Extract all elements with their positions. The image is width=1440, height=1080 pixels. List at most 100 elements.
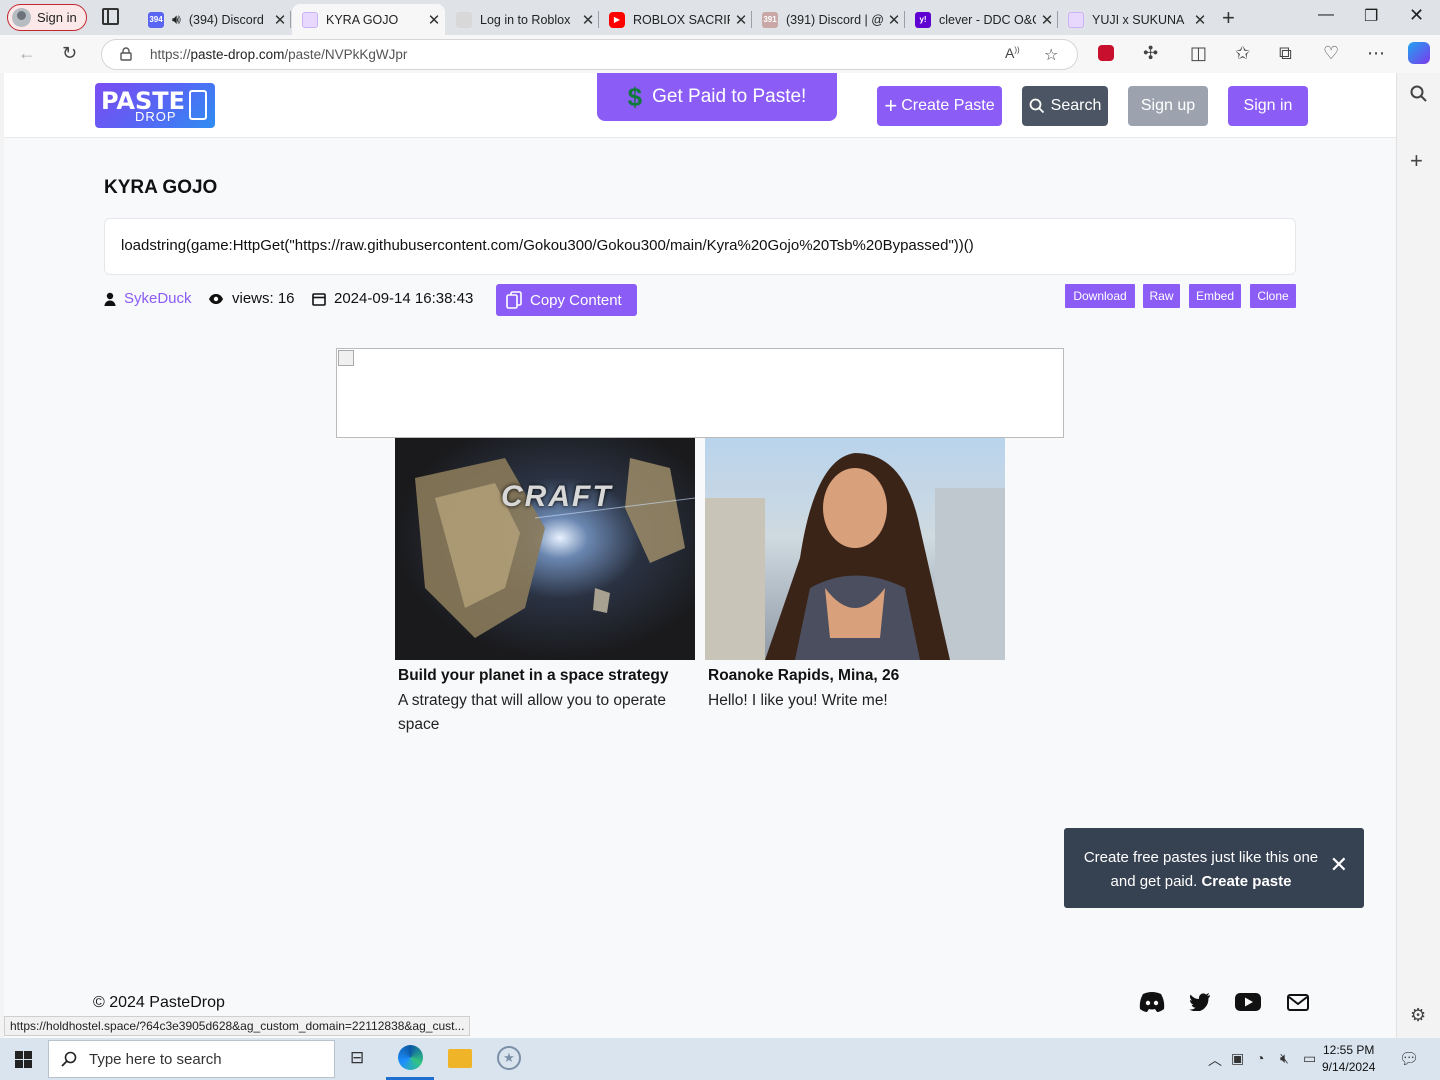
- settings-more-icon[interactable]: ⋯: [1367, 43, 1385, 64]
- get-paid-banner-button[interactable]: $ Get Paid to Paste!: [597, 73, 837, 121]
- notifications-icon[interactable]: 💬︎: [1399, 1049, 1419, 1069]
- discord-icon[interactable]: [1139, 991, 1165, 1013]
- clone-button[interactable]: Clone: [1250, 284, 1296, 308]
- tray-chevron-icon[interactable]: ︿: [1208, 1050, 1222, 1070]
- favorites-icon[interactable]: ✩: [1235, 43, 1250, 64]
- space-game-ad-image[interactable]: CRAFT: [395, 438, 695, 660]
- ad-headline[interactable]: Roanoke Rapids, Mina, 26: [705, 660, 1005, 685]
- calendar-icon: [312, 292, 326, 306]
- ad-headline[interactable]: Build your planet in a space strategy: [395, 660, 695, 685]
- clock-time: 12:55 PM: [1323, 1043, 1375, 1057]
- read-aloud-icon[interactable]: A)): [1005, 45, 1020, 61]
- paste-date: 2024-09-14 16:38:43: [334, 290, 474, 307]
- banner-ad-frame[interactable]: [336, 348, 1064, 438]
- browser-toolbar: ← ↻ https://paste-drop.com/paste/NVPkKgW…: [0, 35, 1440, 73]
- edge-taskbar-icon[interactable]: [398, 1045, 423, 1070]
- profile-sign-in-label: Sign in: [37, 10, 77, 25]
- close-tab-icon[interactable]: ✕: [269, 11, 291, 29]
- taskbar-clock[interactable]: 12:55 PM 9/14/2024: [1322, 1042, 1375, 1076]
- create-paste-button[interactable]: + Create Paste: [877, 86, 1002, 126]
- eye-icon: [209, 293, 223, 304]
- youtube-icon[interactable]: [1235, 993, 1261, 1011]
- close-tab-icon[interactable]: ✕: [1036, 11, 1058, 29]
- mail-icon[interactable]: [1287, 994, 1309, 1011]
- create-paste-label: Create Paste: [901, 97, 995, 114]
- discord-icon: 391: [762, 11, 778, 28]
- tab-roblox-sacrifice[interactable]: ▶ ROBLOX SACRIFIC ✕: [599, 4, 752, 35]
- split-screen-icon[interactable]: ◫: [1190, 43, 1207, 64]
- windows-start-icon[interactable]: [15, 1051, 32, 1068]
- address-bar[interactable]: https://paste-drop.com/paste/NVPkKgWJpr …: [101, 39, 1078, 70]
- toast-create-paste-link[interactable]: Create paste: [1201, 873, 1291, 890]
- download-button[interactable]: Download: [1065, 284, 1135, 308]
- search-icon: [61, 1051, 77, 1067]
- minimize-icon[interactable]: —: [1318, 6, 1334, 24]
- native-ad-space-strategy[interactable]: CRAFT Build your planet in a space strat…: [395, 438, 695, 737]
- pastedrop-logo[interactable]: PASTE DROP: [95, 83, 215, 128]
- wifi-icon[interactable]: ◔: [1256, 1050, 1264, 1066]
- tab-discord-394[interactable]: 394 🔊︎ (394) Discord ✕: [138, 4, 291, 35]
- speaker-icon: 🔊︎: [172, 11, 181, 27]
- page-viewport: PASTE DROP $ Get Paid to Paste! + Create…: [4, 73, 1396, 1038]
- roblox-studio-icon[interactable]: ★: [497, 1046, 521, 1070]
- plus-icon: +: [884, 93, 898, 118]
- tab-roblox-login[interactable]: Log in to Roblox ✕: [446, 4, 599, 35]
- close-tab-icon[interactable]: ✕: [577, 11, 599, 29]
- favorite-star-icon[interactable]: ☆: [1044, 45, 1058, 65]
- tab-discord-391[interactable]: 391 (391) Discord | @ ✕: [752, 4, 905, 35]
- pastedrop-favicon-icon: [302, 11, 318, 28]
- back-icon[interactable]: ←: [18, 43, 36, 64]
- tab-clever[interactable]: y! clever - DDC O&C ✕: [905, 4, 1058, 35]
- copy-content-button[interactable]: Copy Content: [496, 284, 637, 316]
- extension-red-icon[interactable]: [1098, 45, 1114, 61]
- close-window-icon[interactable]: ✕: [1409, 5, 1424, 26]
- sidebar-add-icon[interactable]: +: [1410, 148, 1423, 174]
- collections-icon[interactable]: ⧉: [1279, 43, 1292, 64]
- volume-muted-icon[interactable]: 🔇︎: [1280, 1050, 1289, 1067]
- tab-label: (391) Discord | @: [786, 12, 883, 27]
- close-tab-icon[interactable]: ✕: [423, 11, 445, 29]
- file-explorer-icon[interactable]: [448, 1049, 472, 1068]
- close-tab-icon[interactable]: ✕: [883, 11, 905, 29]
- profile-sign-in-button[interactable]: Sign in: [7, 4, 87, 31]
- close-toast-icon[interactable]: ✕: [1330, 854, 1348, 876]
- embed-button[interactable]: Embed: [1189, 284, 1241, 308]
- user-icon: [104, 292, 116, 306]
- native-ad-dating[interactable]: Roanoke Rapids, Mina, 26 Hello! I like y…: [705, 438, 1005, 713]
- lock-icon[interactable]: [120, 47, 132, 61]
- close-tab-icon[interactable]: ✕: [1189, 11, 1211, 29]
- close-tab-icon[interactable]: ✕: [730, 11, 752, 29]
- tab-label: KYRA GOJO: [326, 12, 399, 27]
- new-tab-icon[interactable]: +: [1222, 5, 1235, 31]
- tab-kyra-gojo[interactable]: KYRA GOJO ✕: [292, 4, 445, 35]
- copy-content-label: Copy Content: [530, 291, 622, 309]
- sign-in-button[interactable]: Sign in: [1228, 86, 1308, 126]
- ad-description: A strategy that will allow you to operat…: [398, 692, 666, 733]
- sidebar-settings-icon[interactable]: ⚙: [1410, 1005, 1426, 1026]
- copilot-icon[interactable]: [1408, 42, 1430, 64]
- taskbar-search-box[interactable]: Type here to search: [48, 1040, 335, 1078]
- paste-title: KYRA GOJO: [104, 177, 218, 198]
- raw-button[interactable]: Raw: [1143, 284, 1180, 308]
- battery-icon[interactable]: ▭: [1303, 1050, 1316, 1067]
- dating-ad-image[interactable]: [705, 438, 1005, 660]
- views-count: views: 16: [232, 290, 295, 307]
- refresh-icon[interactable]: ↻: [62, 43, 77, 64]
- restore-icon[interactable]: ❐: [1364, 6, 1378, 26]
- promo-toast: Create free pastes just like this one an…: [1064, 828, 1364, 908]
- profile-avatar-icon: [12, 8, 31, 27]
- taskbar-search-placeholder: Type here to search: [89, 1050, 222, 1068]
- sign-up-button[interactable]: Sign up: [1128, 86, 1208, 126]
- extensions-puzzle-icon[interactable]: ✣: [1143, 43, 1158, 64]
- tab-yuji-sukuna[interactable]: YUJI x SUKUNA ✕: [1058, 4, 1211, 35]
- yahoo-icon: y!: [915, 11, 931, 28]
- tab-actions-icon[interactable]: [102, 8, 119, 25]
- twitter-icon[interactable]: [1189, 993, 1211, 1011]
- browser-essentials-icon[interactable]: ♡: [1323, 43, 1339, 64]
- task-view-icon[interactable]: ⊟: [350, 1048, 364, 1068]
- tray-app-icon[interactable]: ▣: [1231, 1050, 1244, 1067]
- author-link[interactable]: SykeDuck: [124, 290, 192, 307]
- sidebar-search-icon[interactable]: [1410, 85, 1428, 108]
- paste-content-text: loadstring(game:HttpGet("https://raw.git…: [121, 237, 974, 254]
- search-button[interactable]: Search: [1022, 86, 1108, 126]
